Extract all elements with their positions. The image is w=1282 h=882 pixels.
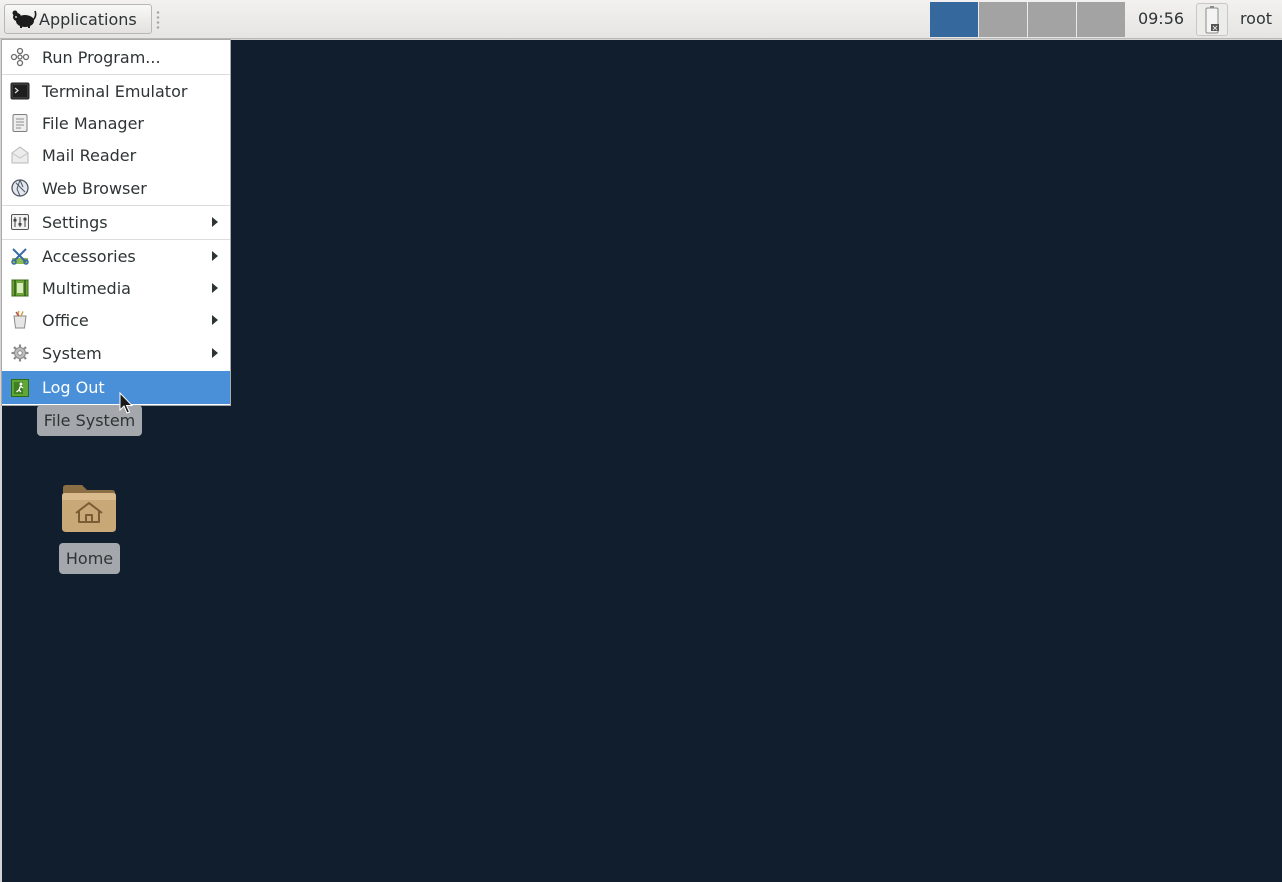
home-folder-icon[interactable] — [60, 482, 118, 534]
submenu-arrow-icon — [212, 315, 218, 325]
applications-menu: Run Program... Terminal Emulator File Ma… — [1, 39, 231, 406]
menu-item-label: File Manager — [42, 113, 144, 133]
menu-item-label: Settings — [42, 212, 108, 232]
menu-item-mail-reader[interactable]: Mail Reader — [2, 139, 230, 171]
submenu-arrow-icon — [212, 217, 218, 227]
submenu-arrow-icon — [212, 283, 218, 293]
menu-item-run-program[interactable]: Run Program... — [2, 41, 230, 73]
panel-handle[interactable] — [156, 10, 160, 30]
xfce-mouse-icon — [12, 10, 37, 28]
home-label[interactable]: Home — [59, 543, 120, 574]
clock[interactable]: 09:56 — [1130, 0, 1192, 38]
log-out-icon — [11, 378, 29, 397]
top-panel: Applications 09:56 root — [0, 0, 1282, 39]
web-browser-icon — [11, 179, 29, 197]
power-manager-icon — [1205, 6, 1219, 34]
menu-item-label: Office — [42, 310, 89, 330]
menu-item-label: Mail Reader — [42, 145, 137, 165]
menu-item-label: Log Out — [42, 378, 105, 397]
user-menu[interactable]: root — [1232, 0, 1280, 38]
menu-item-settings[interactable]: Settings — [2, 206, 230, 238]
workspace-2[interactable] — [979, 2, 1027, 37]
multimedia-icon — [11, 279, 29, 297]
menu-item-label: Run Program... — [42, 47, 161, 67]
workspace-switcher — [930, 2, 1128, 37]
applications-menu-button[interactable]: Applications — [4, 4, 152, 34]
submenu-arrow-icon — [212, 348, 218, 358]
tray-item[interactable] — [1196, 3, 1228, 36]
menu-item-label: Terminal Emulator — [42, 81, 188, 101]
menu-item-label: Accessories — [42, 246, 136, 266]
menu-item-label: System — [42, 343, 102, 363]
file-manager-icon — [12, 114, 28, 132]
run-program-icon — [10, 47, 30, 67]
terminal-icon — [10, 82, 30, 100]
menu-item-system[interactable]: System — [2, 337, 230, 369]
accessories-icon — [11, 248, 29, 265]
applications-label: Applications — [39, 9, 137, 29]
menu-item-label: Multimedia — [42, 278, 131, 298]
menu-item-label: Web Browser — [42, 178, 147, 198]
workspace-3[interactable] — [1028, 2, 1076, 37]
menu-item-accessories[interactable]: Accessories — [2, 240, 230, 272]
menu-item-web-browser[interactable]: Web Browser — [2, 172, 230, 204]
menu-item-terminal-emulator[interactable]: Terminal Emulator — [2, 75, 230, 107]
menu-item-multimedia[interactable]: Multimedia — [2, 272, 230, 304]
mouse-cursor-icon — [119, 392, 134, 414]
office-icon — [13, 310, 27, 329]
settings-icon — [11, 214, 29, 230]
workspace-4[interactable] — [1077, 2, 1125, 37]
mail-reader-icon — [11, 146, 29, 164]
menu-item-log-out[interactable]: Log Out — [2, 371, 230, 404]
menu-item-file-manager[interactable]: File Manager — [2, 107, 230, 139]
workspace-1[interactable] — [930, 2, 978, 37]
submenu-arrow-icon — [212, 251, 218, 261]
menu-item-office[interactable]: Office — [2, 304, 230, 336]
system-icon — [11, 344, 29, 362]
